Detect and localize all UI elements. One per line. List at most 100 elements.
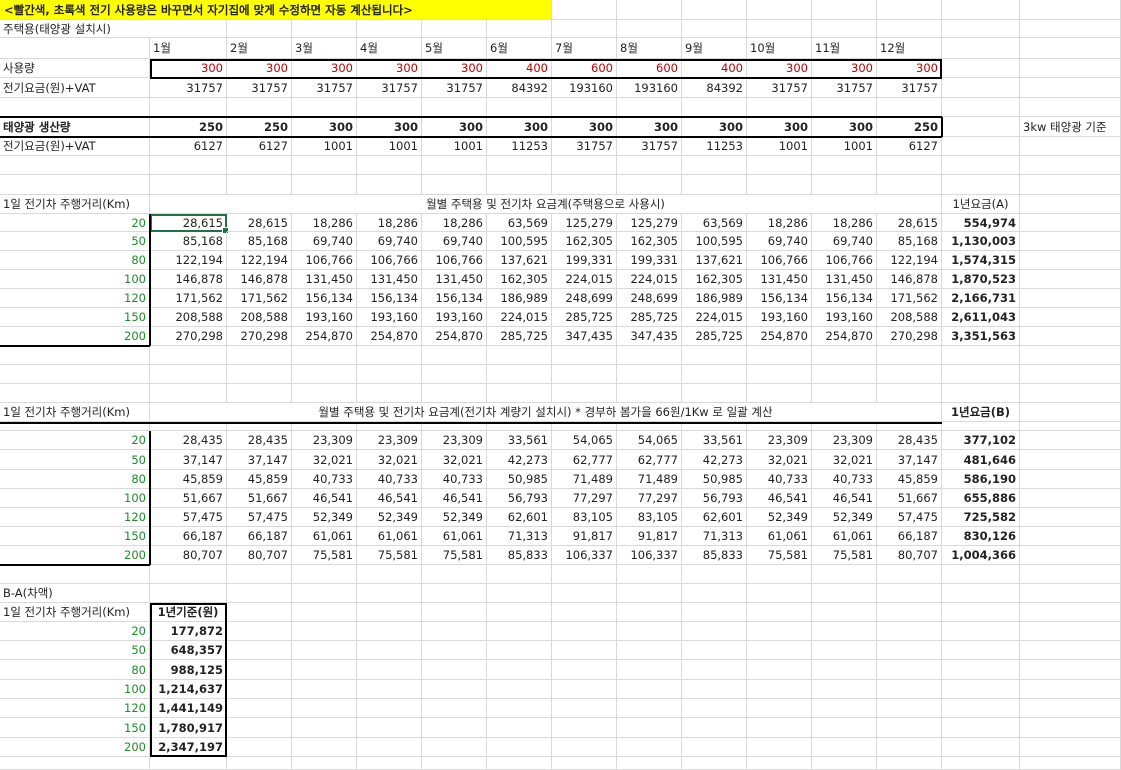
empty-cell[interactable] — [942, 565, 1020, 584]
solar-fee-value[interactable]: 31757 — [552, 137, 617, 156]
empty-cell[interactable] — [617, 98, 682, 117]
table-b-cell[interactable]: 106,337 — [552, 546, 617, 565]
empty-cell[interactable] — [1020, 38, 1121, 59]
table-a-cell[interactable]: 156,134 — [422, 289, 487, 308]
table-b-cell[interactable]: 52,349 — [357, 508, 422, 527]
table-a-cell[interactable]: 18,286 — [292, 214, 357, 232]
empty-cell[interactable] — [877, 98, 942, 117]
table-b-cell[interactable]: 37,147 — [150, 450, 227, 470]
empty-cell[interactable] — [942, 699, 1020, 718]
empty-cell[interactable] — [877, 603, 942, 622]
fee-label[interactable]: 전기요금(원)+VAT — [0, 78, 150, 98]
empty-cell[interactable] — [877, 346, 942, 365]
empty-cell[interactable] — [357, 680, 422, 699]
empty-cell[interactable] — [747, 175, 812, 195]
empty-cell[interactable] — [357, 98, 422, 117]
empty-cell[interactable] — [682, 622, 747, 641]
empty-cell[interactable] — [747, 584, 812, 603]
empty-cell[interactable] — [812, 346, 877, 365]
table-b-cell[interactable]: 71,313 — [682, 527, 747, 546]
table-a-cell[interactable]: 18,286 — [747, 214, 812, 232]
solar-fee-value[interactable]: 11253 — [487, 137, 552, 156]
empty-cell[interactable] — [1020, 603, 1121, 622]
table-b-cell[interactable]: 66,187 — [227, 527, 292, 546]
empty-cell[interactable] — [357, 156, 422, 175]
table-a-cell[interactable]: 208,588 — [150, 308, 227, 327]
month-header[interactable]: 10월 — [747, 38, 812, 59]
table-a-total[interactable]: 2,611,043 — [942, 308, 1020, 327]
table-b-heading[interactable]: 월별 주택용 및 전기차 요금계(전기차 계량기 설치시) * 경부하 봄가을 … — [150, 403, 942, 422]
empty-cell[interactable] — [292, 422, 357, 431]
table-a-cell[interactable]: 254,870 — [422, 327, 487, 346]
empty-cell[interactable] — [942, 38, 1020, 59]
table-a-total[interactable]: 2,166,731 — [942, 289, 1020, 308]
empty-cell[interactable] — [617, 738, 682, 757]
empty-cell[interactable] — [357, 565, 422, 584]
empty-cell[interactable] — [1020, 251, 1121, 270]
table-a-cell[interactable]: 208,588 — [877, 308, 942, 327]
usage-input[interactable]: 600 — [552, 59, 617, 78]
solar-value[interactable]: 300 — [552, 117, 617, 137]
empty-cell[interactable] — [1020, 660, 1121, 680]
table-b-cell[interactable]: 66,187 — [150, 527, 227, 546]
distance-input[interactable]: 120 — [0, 289, 150, 308]
table-a-cell[interactable]: 224,015 — [682, 308, 747, 327]
table-b-cell[interactable]: 62,601 — [487, 508, 552, 527]
empty-cell[interactable] — [747, 641, 812, 660]
table-a-cell[interactable]: 137,621 — [682, 251, 747, 270]
empty-cell[interactable] — [942, 384, 1020, 403]
empty-cell[interactable] — [227, 346, 292, 365]
distance-input[interactable]: 200 — [0, 546, 150, 565]
table-a-cell[interactable]: 122,194 — [877, 251, 942, 270]
fee-value[interactable]: 31757 — [877, 78, 942, 98]
empty-cell[interactable] — [877, 718, 942, 738]
empty-cell[interactable] — [1020, 641, 1121, 660]
empty-cell[interactable] — [747, 680, 812, 699]
empty-cell[interactable] — [682, 718, 747, 738]
table-a-cell[interactable]: 186,989 — [487, 289, 552, 308]
distance-input[interactable]: 100 — [0, 489, 150, 508]
empty-cell[interactable] — [747, 699, 812, 718]
empty-cell[interactable] — [292, 584, 357, 603]
usage-input[interactable]: 300 — [227, 59, 292, 78]
empty-cell[interactable] — [227, 738, 292, 757]
empty-cell[interactable] — [1020, 270, 1121, 289]
empty-cell[interactable] — [422, 757, 487, 770]
fee-value[interactable]: 31757 — [150, 78, 227, 98]
fee-value[interactable]: 31757 — [292, 78, 357, 98]
table-a-cell[interactable]: 146,878 — [150, 270, 227, 289]
table-b-cell[interactable]: 45,859 — [227, 470, 292, 489]
empty-cell[interactable] — [487, 565, 552, 584]
empty-cell[interactable] — [552, 422, 617, 431]
table-b-cell[interactable]: 28,435 — [877, 431, 942, 450]
table-a-cell[interactable]: 162,305 — [552, 232, 617, 251]
empty-cell[interactable] — [292, 680, 357, 699]
empty-cell[interactable] — [682, 365, 747, 384]
table-a-cell[interactable]: 254,870 — [747, 327, 812, 346]
usage-input[interactable]: 400 — [682, 59, 747, 78]
table-b-cell[interactable]: 33,561 — [487, 431, 552, 450]
table-b-cell[interactable]: 28,435 — [150, 431, 227, 450]
table-a-total[interactable]: 1,574,315 — [942, 251, 1020, 270]
distance-input[interactable]: 80 — [0, 470, 150, 489]
table-a-cell[interactable]: 122,194 — [227, 251, 292, 270]
empty-cell[interactable] — [617, 422, 682, 431]
empty-cell[interactable] — [682, 641, 747, 660]
solar-value[interactable]: 250 — [150, 117, 227, 137]
table-a-total[interactable]: 1,130,003 — [942, 232, 1020, 251]
empty-cell[interactable] — [942, 584, 1020, 603]
fee-label[interactable]: 전기요금(원)+VAT — [0, 137, 150, 156]
empty-cell[interactable] — [292, 98, 357, 117]
table-a-cell[interactable]: 131,450 — [422, 270, 487, 289]
empty-cell[interactable] — [1020, 546, 1121, 565]
empty-cell[interactable] — [812, 584, 877, 603]
empty-cell[interactable] — [877, 0, 942, 20]
empty-cell[interactable] — [942, 59, 1020, 78]
solar-value[interactable]: 300 — [422, 117, 487, 137]
empty-cell[interactable] — [227, 365, 292, 384]
empty-cell[interactable] — [487, 365, 552, 384]
table-a-cell[interactable]: 347,435 — [617, 327, 682, 346]
month-header[interactable]: 12월 — [877, 38, 942, 59]
empty-cell[interactable] — [422, 384, 487, 403]
usage-input[interactable]: 300 — [150, 59, 227, 78]
